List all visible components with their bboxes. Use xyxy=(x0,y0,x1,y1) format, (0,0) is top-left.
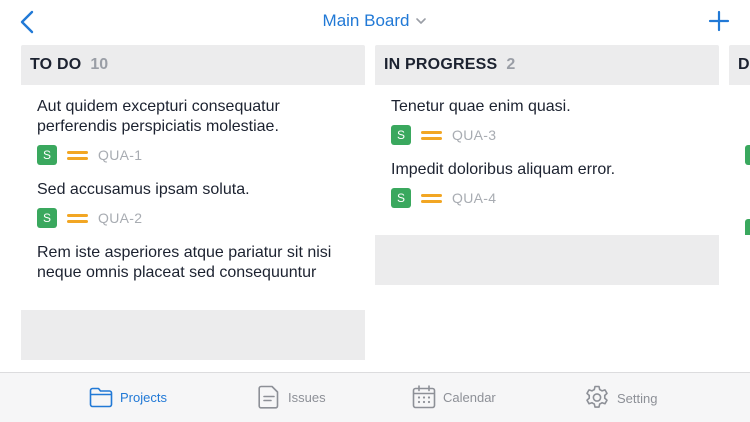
column-header[interactable]: IN PROGRESS 2 xyxy=(375,45,719,85)
column-header[interactable]: TO DO 10 xyxy=(21,45,365,85)
column-count: 2 xyxy=(506,56,516,73)
column-in-progress: IN PROGRESS 2 Tenetur quae enim quasi. S… xyxy=(375,45,719,285)
story-badge xyxy=(745,219,750,235)
column-footer xyxy=(21,310,365,360)
story-badge xyxy=(745,145,750,165)
tab-calendar[interactable]: Calendar xyxy=(411,384,496,410)
card-title: Aut quidem excepturi consequatur perfere… xyxy=(37,98,280,135)
story-badge: S xyxy=(391,188,411,208)
gear-icon xyxy=(586,385,608,408)
tab-bar: Projects Issues Calendar Setting xyxy=(0,372,750,422)
issue-key: QUA-2 xyxy=(98,210,143,226)
card-meta: S QUA-1 xyxy=(37,144,349,166)
tab-projects[interactable]: Projects xyxy=(88,384,167,410)
board-title: Main Board xyxy=(322,11,410,30)
priority-medium-icon xyxy=(67,211,88,226)
card-meta: S QUA-4 xyxy=(391,187,703,209)
priority-medium-icon xyxy=(421,128,442,143)
card-meta xyxy=(745,144,750,166)
card-title: Tenetur quae enim quasi. xyxy=(391,98,571,115)
column-footer xyxy=(375,235,719,285)
priority-medium-icon xyxy=(421,191,442,206)
folder-icon xyxy=(89,387,113,408)
issue-key: QUA-3 xyxy=(452,127,497,143)
column-title: IN PROGRESS xyxy=(384,56,498,73)
tab-issues[interactable]: Issues xyxy=(256,384,326,410)
card-title: Impedit doloribus aliquam error. xyxy=(391,161,616,178)
issue-card[interactable]: Aut quidem excepturi consequatur perfere… xyxy=(21,85,365,166)
issues-icon xyxy=(258,385,279,409)
column-header[interactable]: D xyxy=(729,45,750,85)
calendar-icon xyxy=(412,385,436,409)
card-meta xyxy=(745,218,750,235)
issue-card[interactable] xyxy=(729,85,750,166)
column-title: D xyxy=(738,56,750,73)
card-meta: S QUA-2 xyxy=(37,207,349,229)
column-count: 10 xyxy=(90,56,109,73)
card-list[interactable] xyxy=(729,85,750,235)
column-todo: TO DO 10 Aut quidem excepturi consequatu… xyxy=(21,45,365,360)
story-badge: S xyxy=(37,145,57,165)
story-badge: S xyxy=(37,208,57,228)
navigation-bar: Main Board xyxy=(0,0,750,44)
card-list[interactable]: Aut quidem excepturi consequatur perfere… xyxy=(21,85,365,310)
column-done-partial: D xyxy=(729,45,750,235)
tab-label: Issues xyxy=(288,389,326,405)
priority-medium-icon xyxy=(67,148,88,163)
issue-key: QUA-1 xyxy=(98,147,143,163)
story-badge: S xyxy=(391,125,411,145)
issue-card[interactable]: Tenetur quae enim quasi. S QUA-3 xyxy=(375,85,719,146)
tab-label: Calendar xyxy=(443,389,496,405)
card-title: Rem iste asperiores atque pariatur sit n… xyxy=(37,244,332,281)
issue-card[interactable]: Impedit doloribus aliquam error. S QUA-4 xyxy=(375,146,719,209)
column-title: TO DO xyxy=(30,56,82,73)
issue-card[interactable] xyxy=(729,166,750,235)
card-list[interactable]: Tenetur quae enim quasi. S QUA-3 Impedit… xyxy=(375,85,719,235)
issue-key: QUA-4 xyxy=(452,190,497,206)
tab-setting[interactable]: Setting xyxy=(583,384,657,412)
add-button[interactable] xyxy=(708,10,730,32)
board-selector[interactable]: Main Board xyxy=(323,11,428,31)
kanban-board[interactable]: TO DO 10 Aut quidem excepturi consequatu… xyxy=(0,44,750,372)
plus-icon xyxy=(708,10,730,32)
issue-card[interactable]: Rem iste asperiores atque pariatur sit n… xyxy=(21,229,365,283)
issue-card[interactable]: Sed accusamus ipsam soluta. S QUA-2 xyxy=(21,166,365,229)
chevron-down-icon xyxy=(416,18,427,24)
tab-label: Projects xyxy=(120,389,167,405)
card-title: Sed accusamus ipsam soluta. xyxy=(37,181,250,198)
card-meta: S QUA-3 xyxy=(391,124,703,146)
tab-label: Setting xyxy=(617,390,658,406)
